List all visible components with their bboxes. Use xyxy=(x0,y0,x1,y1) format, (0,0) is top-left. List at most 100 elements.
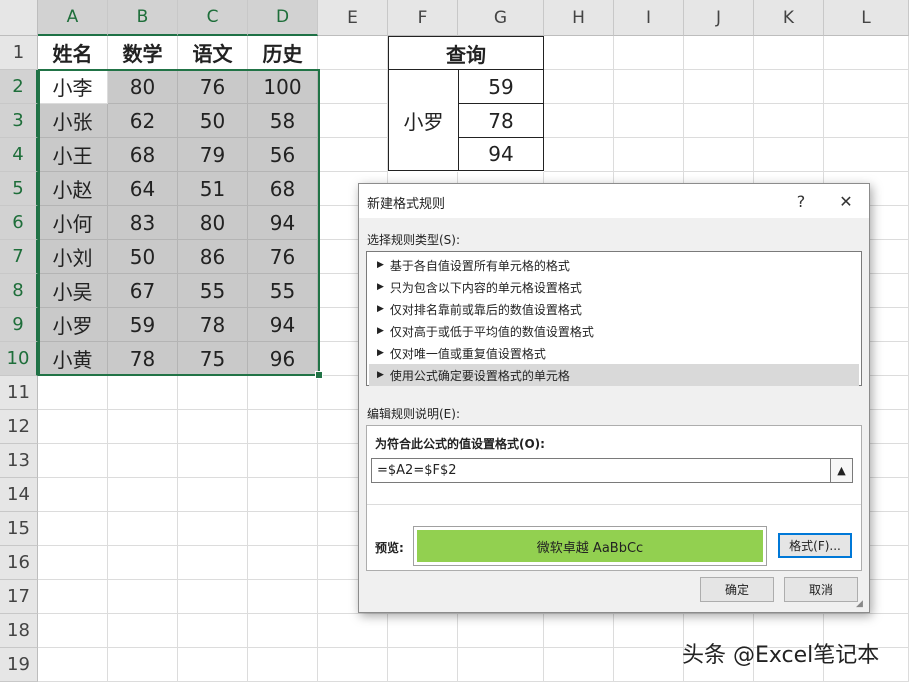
row-header-19[interactable]: 19 xyxy=(0,648,38,682)
grid-cell[interactable] xyxy=(614,138,684,172)
grid-cell[interactable] xyxy=(824,70,909,104)
table-header-cell[interactable]: 数学 xyxy=(108,36,178,70)
grid-cell[interactable] xyxy=(248,444,318,478)
grid-cell[interactable] xyxy=(248,580,318,614)
query-value-cell[interactable]: 78 xyxy=(458,103,544,138)
grid-cell[interactable] xyxy=(108,580,178,614)
grid-cell[interactable] xyxy=(178,444,248,478)
grid-cell[interactable] xyxy=(684,36,754,70)
row-header-4[interactable]: 4 xyxy=(0,138,38,172)
table-cell[interactable]: 小何 xyxy=(38,206,108,240)
table-cell[interactable]: 79 xyxy=(178,138,248,172)
grid-cell[interactable] xyxy=(544,104,614,138)
rule-type-item[interactable]: ▶ 使用公式确定要设置格式的单元格 xyxy=(369,364,859,386)
grid-cell[interactable] xyxy=(754,36,824,70)
query-value-cell[interactable]: 94 xyxy=(458,137,544,171)
column-header-b[interactable]: B xyxy=(108,0,178,36)
row-header-10[interactable]: 10 xyxy=(0,342,38,376)
grid-cell[interactable] xyxy=(544,70,614,104)
select-all-corner[interactable] xyxy=(0,0,38,36)
active-cell[interactable]: 小李 xyxy=(38,70,108,104)
help-button[interactable]: ? xyxy=(789,189,813,213)
table-cell[interactable]: 94 xyxy=(248,206,318,240)
grid-cell[interactable] xyxy=(248,546,318,580)
grid-cell[interactable] xyxy=(108,512,178,546)
column-header-c[interactable]: C xyxy=(178,0,248,36)
row-header-2[interactable]: 2 xyxy=(0,70,38,104)
row-header-1[interactable]: 1 xyxy=(0,36,38,70)
grid-cell[interactable] xyxy=(178,376,248,410)
grid-cell[interactable] xyxy=(178,614,248,648)
grid-cell[interactable] xyxy=(178,580,248,614)
fill-handle[interactable] xyxy=(315,371,323,379)
grid-cell[interactable] xyxy=(38,546,108,580)
table-cell[interactable]: 小赵 xyxy=(38,172,108,206)
table-cell[interactable]: 62 xyxy=(108,104,178,138)
table-cell[interactable]: 80 xyxy=(108,70,178,104)
grid-cell[interactable] xyxy=(248,478,318,512)
table-cell[interactable]: 56 xyxy=(248,138,318,172)
table-cell[interactable]: 小吴 xyxy=(38,274,108,308)
column-header-f[interactable]: F xyxy=(388,0,458,36)
grid-cell[interactable] xyxy=(108,478,178,512)
row-header-14[interactable]: 14 xyxy=(0,478,38,512)
ok-button[interactable]: 确定 xyxy=(700,577,774,602)
table-cell[interactable]: 小王 xyxy=(38,138,108,172)
grid-cell[interactable] xyxy=(248,376,318,410)
row-header-12[interactable]: 12 xyxy=(0,410,38,444)
grid-cell[interactable] xyxy=(38,512,108,546)
grid-cell[interactable] xyxy=(614,70,684,104)
grid-cell[interactable] xyxy=(684,70,754,104)
table-cell[interactable]: 51 xyxy=(178,172,248,206)
column-header-d[interactable]: D xyxy=(248,0,318,36)
table-cell[interactable]: 小罗 xyxy=(38,308,108,342)
grid-cell[interactable] xyxy=(38,410,108,444)
rule-type-item[interactable]: ▶ 仅对排名靠前或靠后的数值设置格式 xyxy=(369,298,859,320)
table-cell[interactable]: 86 xyxy=(178,240,248,274)
cancel-button[interactable]: 取消 xyxy=(784,577,858,602)
grid-cell[interactable] xyxy=(178,512,248,546)
table-cell[interactable]: 78 xyxy=(108,342,178,376)
grid-cell[interactable] xyxy=(614,614,684,648)
row-header-13[interactable]: 13 xyxy=(0,444,38,478)
query-name-cell[interactable]: 小罗 xyxy=(388,69,459,171)
table-cell[interactable]: 80 xyxy=(178,206,248,240)
table-cell[interactable]: 50 xyxy=(178,104,248,138)
table-cell[interactable]: 94 xyxy=(248,308,318,342)
grid-cell[interactable] xyxy=(388,648,458,682)
row-header-7[interactable]: 7 xyxy=(0,240,38,274)
grid-cell[interactable] xyxy=(248,614,318,648)
rule-type-item[interactable]: ▶ 只为包含以下内容的单元格设置格式 xyxy=(369,276,859,298)
resize-grip-icon[interactable]: ◢ xyxy=(856,599,866,609)
table-cell[interactable]: 58 xyxy=(248,104,318,138)
grid-cell[interactable] xyxy=(108,648,178,682)
formula-input[interactable]: =$A2=$F$2 ▲ xyxy=(371,458,853,483)
dialog-titlebar[interactable]: 新建格式规则 ? ✕ xyxy=(359,184,869,218)
table-cell[interactable]: 76 xyxy=(178,70,248,104)
grid-cell[interactable] xyxy=(754,104,824,138)
query-value-cell[interactable]: 59 xyxy=(458,69,544,104)
column-header-l[interactable]: L xyxy=(824,0,909,36)
rule-type-list[interactable]: ▶ 基于各自值设置所有单元格的格式 ▶ 只为包含以下内容的单元格设置格式 ▶ 仅对排名靠前… xyxy=(366,251,862,386)
table-header-cell[interactable]: 姓名 xyxy=(38,36,108,70)
grid-cell[interactable] xyxy=(108,376,178,410)
table-cell[interactable]: 76 xyxy=(248,240,318,274)
column-header-a[interactable]: A xyxy=(38,0,108,36)
row-header-16[interactable]: 16 xyxy=(0,546,38,580)
grid-cell[interactable] xyxy=(614,648,684,682)
column-header-h[interactable]: H xyxy=(544,0,614,36)
grid-cell[interactable] xyxy=(614,36,684,70)
table-header-cell[interactable]: 历史 xyxy=(248,36,318,70)
grid-cell[interactable] xyxy=(824,36,909,70)
row-header-15[interactable]: 15 xyxy=(0,512,38,546)
table-cell[interactable]: 96 xyxy=(248,342,318,376)
grid-cell[interactable] xyxy=(318,648,388,682)
table-cell[interactable]: 78 xyxy=(178,308,248,342)
grid-cell[interactable] xyxy=(824,104,909,138)
grid-cell[interactable] xyxy=(38,648,108,682)
table-cell[interactable]: 68 xyxy=(108,138,178,172)
row-header-11[interactable]: 11 xyxy=(0,376,38,410)
grid-cell[interactable] xyxy=(754,70,824,104)
column-header-e[interactable]: E xyxy=(318,0,388,36)
collapse-dialog-icon[interactable]: ▲ xyxy=(830,459,852,482)
